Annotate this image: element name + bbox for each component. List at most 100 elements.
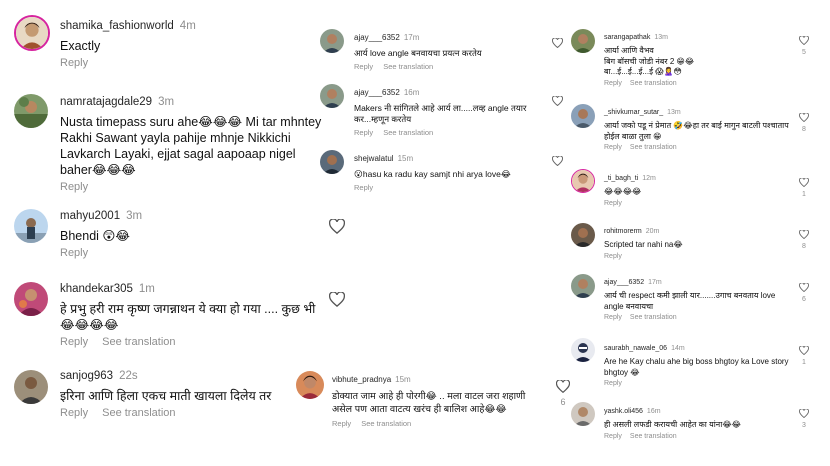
reply-button[interactable]: Reply	[604, 144, 622, 151]
like-heart-icon[interactable]	[799, 283, 809, 292]
like-count: 6	[802, 296, 806, 303]
timestamp: 4m	[179, 20, 196, 32]
see-translation-link[interactable]: See translation	[630, 144, 677, 151]
like-heart-icon[interactable]	[799, 346, 809, 355]
see-translation-link[interactable]: See translation	[102, 336, 175, 348]
see-translation-link[interactable]: See translation	[383, 62, 433, 71]
avatar[interactable]	[571, 274, 595, 298]
username[interactable]: ajay___6352	[604, 279, 644, 286]
username[interactable]: ajay___6352	[354, 33, 400, 42]
like-heart-icon[interactable]	[329, 219, 345, 234]
like-heart-icon[interactable]	[556, 380, 570, 393]
see-translation-link[interactable]: See translation	[102, 407, 175, 419]
avatar[interactable]	[14, 370, 48, 404]
like-heart-icon[interactable]	[799, 36, 809, 45]
avatar[interactable]	[14, 282, 48, 316]
username[interactable]: sarangapathak	[604, 34, 650, 41]
like-heart-icon[interactable]	[552, 38, 563, 48]
comment: saurabh_nawale_06 14m Are he Kay chalu ah…	[604, 337, 794, 387]
reply-button[interactable]: Reply	[604, 80, 622, 87]
reply-button[interactable]: Reply	[604, 433, 622, 440]
timestamp: 3m	[158, 96, 175, 108]
timestamp: 13m	[667, 109, 681, 116]
timestamp: 15m	[395, 375, 411, 384]
avatar[interactable]	[14, 94, 48, 128]
comment: sarangapathak 13m आर्या आणि वैभव बिग बॉसच…	[604, 26, 794, 87]
comment: vibhute_pradnya 15m डोक्यात जाम आहे ही पो…	[332, 369, 542, 428]
like-heart-icon[interactable]	[799, 113, 809, 122]
like-heart-icon[interactable]	[799, 230, 809, 239]
like-count: 8	[802, 126, 806, 133]
comment-text: इरिना आणि हिला एकच माती खायला दिलेय तर	[60, 389, 272, 403]
reply-button[interactable]: Reply	[60, 247, 88, 259]
comment-text: Are he Kay chalu ahe big boss bhgtoy ka …	[604, 357, 789, 377]
comment: ajay___6352 17m आर्य ची respect कमी झाली …	[604, 271, 794, 321]
see-translation-link[interactable]: See translation	[630, 433, 677, 440]
avatar[interactable]	[571, 223, 595, 247]
reply-button[interactable]: Reply	[604, 314, 622, 321]
avatar[interactable]	[571, 29, 595, 53]
comment-text: ही असली लफडी करायची आहेत का यांना😂😂	[604, 420, 742, 429]
reply-button[interactable]: Reply	[60, 407, 88, 419]
reply-button[interactable]: Reply	[60, 181, 88, 193]
comment: namratajagdale29 3m Nusta timepass suru a…	[60, 92, 322, 193]
like-heart-icon[interactable]	[329, 292, 345, 307]
username[interactable]: shamika_fashionworld	[60, 20, 174, 32]
like-heart-icon[interactable]	[552, 156, 563, 166]
avatar[interactable]	[296, 371, 324, 399]
username[interactable]: _ti_bagh_ti	[604, 175, 638, 182]
see-translation-link[interactable]: See translation	[383, 128, 433, 137]
comment-text: हे प्रभु हरी राम कृष्ण जगन्नाथन ये क्या …	[60, 302, 316, 332]
see-translation-link[interactable]: See translation	[361, 419, 411, 428]
comment-text: आर्य ची respect कमी झाली यार.......उगाच …	[604, 291, 776, 311]
timestamp: 12m	[642, 175, 656, 182]
username[interactable]: namratajagdale29	[60, 96, 152, 108]
avatar[interactable]	[571, 169, 595, 193]
username[interactable]: saurabh_nawale_06	[604, 345, 667, 352]
username[interactable]: mahyu2001	[60, 210, 120, 222]
see-translation-link[interactable]: See translation	[630, 314, 677, 321]
comment: ajay___6352 16m Makers नी सांगितले आहे आर…	[354, 82, 544, 137]
comment: _shivkumar_sutar_ 13m आर्या जको पडू नं प्…	[604, 101, 794, 151]
avatar[interactable]	[14, 15, 50, 51]
timestamp: 13m	[654, 34, 668, 41]
username[interactable]: vibhute_pradnya	[332, 375, 391, 384]
username[interactable]: sanjog963	[60, 370, 113, 382]
avatar[interactable]	[320, 29, 344, 53]
reply-button[interactable]: Reply	[354, 183, 373, 192]
comment: rohitmorerm 20m Scripted tar nahi na😂 Rep…	[604, 220, 794, 260]
username[interactable]: rohitmorerm	[604, 228, 642, 235]
reply-button[interactable]: Reply	[60, 57, 88, 69]
reply-button[interactable]: Reply	[604, 380, 622, 387]
see-translation-link[interactable]: See translation	[630, 80, 677, 87]
like-heart-icon[interactable]	[799, 178, 809, 187]
username[interactable]: ajay___6352	[354, 88, 400, 97]
reply-button[interactable]: Reply	[604, 253, 622, 260]
like-count: 8	[802, 243, 806, 250]
timestamp: 16m	[403, 88, 420, 97]
avatar[interactable]	[320, 150, 344, 174]
avatar[interactable]	[14, 209, 48, 243]
like-heart-icon[interactable]	[799, 409, 809, 418]
avatar[interactable]	[571, 338, 595, 362]
reply-button[interactable]: Reply	[60, 336, 88, 348]
comment: sanjog963 22s इरिना आणि हिला एकच माती खाय…	[60, 366, 322, 419]
reply-button[interactable]: Reply	[354, 128, 373, 137]
reply-button[interactable]: Reply	[332, 419, 351, 428]
avatar[interactable]	[571, 402, 595, 426]
comment: yashk.oli456 16m ही असली लफडी करायची आहेत…	[604, 400, 794, 440]
timestamp: 22s	[119, 370, 138, 382]
comment-text: Nusta timepass suru ahe😂😂😂 Mi tar mhntey…	[60, 115, 322, 177]
username[interactable]: shejwalatul	[354, 154, 394, 163]
reply-button[interactable]: Reply	[604, 200, 622, 207]
username[interactable]: khandekar305	[60, 283, 133, 295]
like-count: 1	[802, 191, 806, 198]
timestamp: 20m	[645, 228, 660, 235]
avatar[interactable]	[320, 84, 344, 108]
avatar[interactable]	[571, 104, 595, 128]
reply-button[interactable]: Reply	[354, 62, 373, 71]
username[interactable]: yashk.oli456	[604, 408, 643, 415]
username[interactable]: _shivkumar_sutar_	[604, 109, 663, 116]
comment-text: Exactly	[60, 39, 101, 53]
like-heart-icon[interactable]	[552, 96, 563, 106]
